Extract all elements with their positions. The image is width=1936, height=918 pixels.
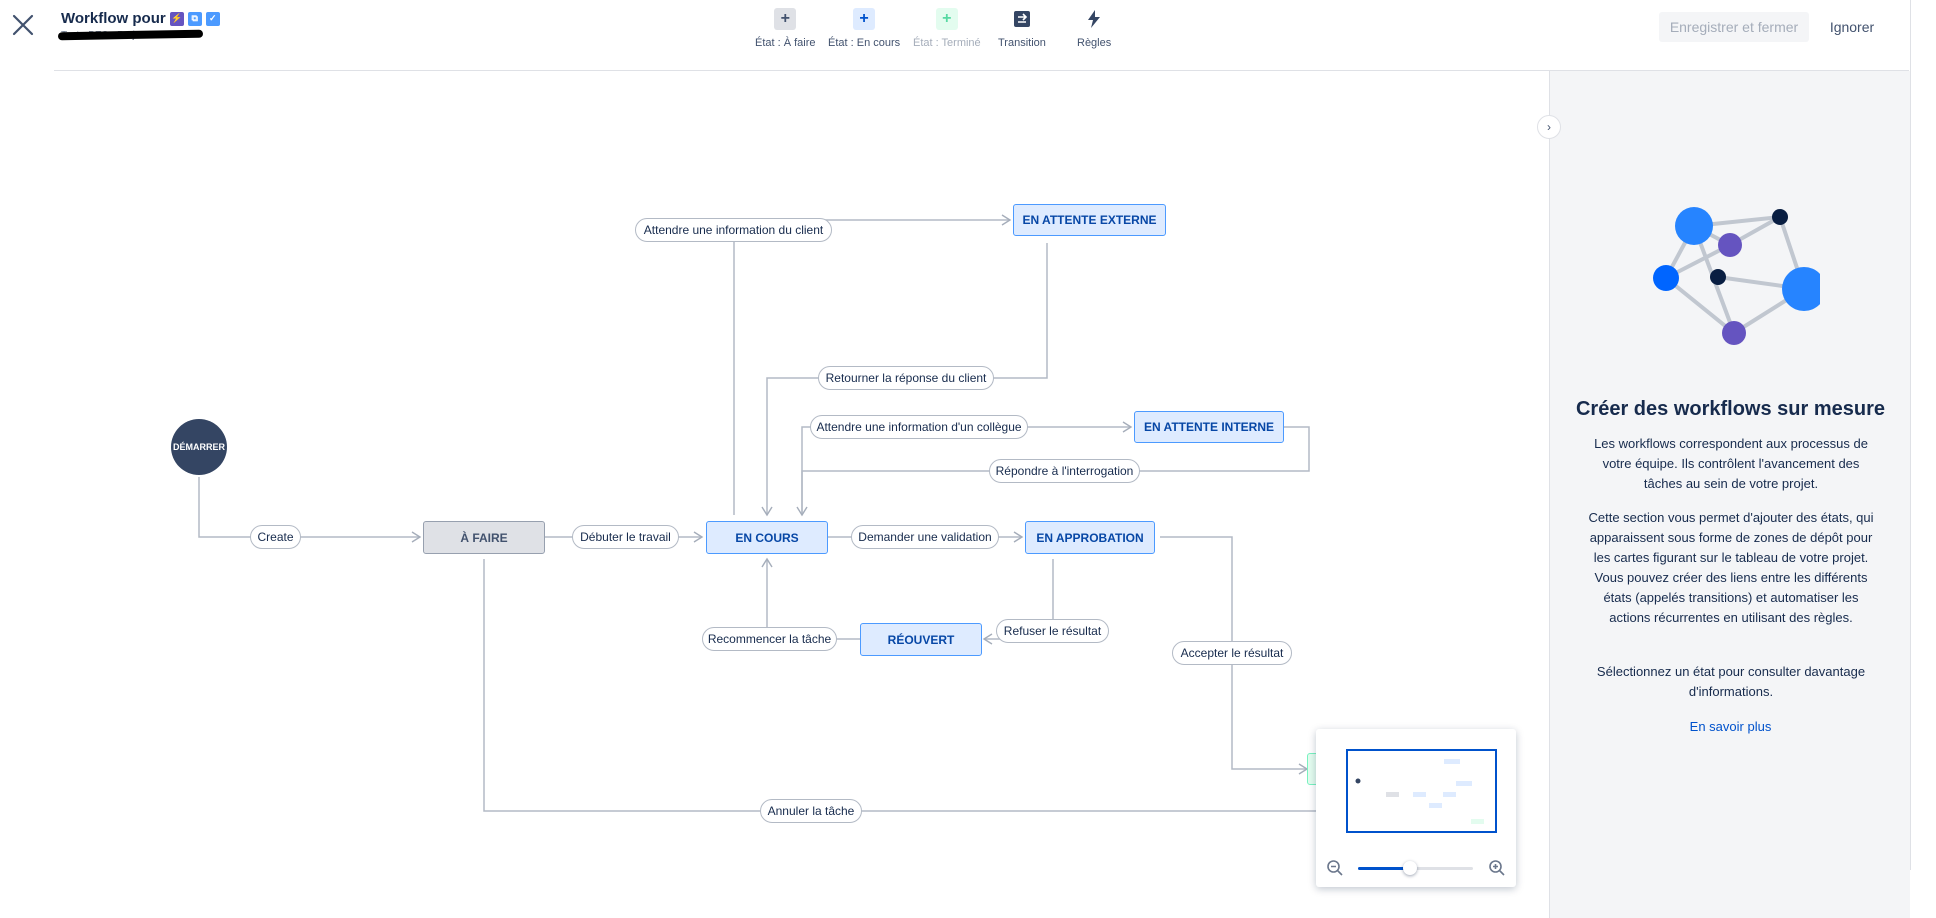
zoom-slider-thumb[interactable] <box>1402 861 1417 875</box>
workflow-editor: Workflow pour ⚡ ⧉ ✓ Test - BES · Projet … <box>0 0 1936 918</box>
tool-label: Règles <box>1077 37 1112 49</box>
minimap-viewport[interactable] <box>1346 749 1497 833</box>
close-icon[interactable] <box>8 10 38 40</box>
info-panel: Créer des workflows sur mesure Les workf… <box>1549 71 1910 918</box>
transition-create[interactable]: Create <box>250 525 301 549</box>
plus-icon: + <box>853 8 876 30</box>
panel-title: Créer des workflows sur mesure <box>1575 398 1885 420</box>
transition-cancel-task[interactable]: Annuler la tâche <box>760 799 862 823</box>
lightning-badge-icon: ⚡ <box>169 11 184 26</box>
plus-icon: + <box>774 8 797 30</box>
page-title: Workflow pour ⚡ ⧉ ✓ <box>61 10 220 27</box>
save-and-close-button[interactable]: Enregistrer et fermer <box>1659 12 1809 42</box>
minimap[interactable] <box>1316 729 1516 887</box>
transition-request-validation[interactable]: Demander une validation <box>851 525 999 549</box>
tool-label: Transition <box>998 37 1046 49</box>
add-inprogress-status-button[interactable]: + État : En cours <box>828 8 900 49</box>
zoom-in-icon[interactable] <box>1488 859 1506 877</box>
transition-start-work[interactable]: Débuter le travail <box>572 525 679 549</box>
zoom-slider[interactable] <box>1358 861 1473 875</box>
transition-icon <box>1011 8 1033 30</box>
zoom-slider-fill <box>1358 867 1410 870</box>
status-waiting-external[interactable]: EN ATTENTE EXTERNE <box>1013 204 1166 236</box>
add-transition-button[interactable]: Transition <box>998 8 1046 49</box>
rules-button[interactable]: Règles <box>1077 8 1111 49</box>
status-todo[interactable]: À FAIRE <box>423 521 545 554</box>
start-node[interactable]: DÉMARRER <box>171 419 227 475</box>
tool-label: État : À faire <box>755 37 816 49</box>
workflow-canvas[interactable]: DÉMARRER À FAIRE EN COURS EN ATTENTE EXT… <box>0 71 1550 918</box>
tool-label: État : Terminé <box>913 37 981 49</box>
right-edge <box>1910 0 1936 918</box>
add-done-status-button[interactable]: + État : Terminé <box>913 8 981 49</box>
tool-label: État : En cours <box>828 37 901 49</box>
right-edge-divider <box>1910 0 1911 870</box>
panel-paragraph-1: Les workflows correspondent aux processu… <box>1594 436 1868 491</box>
status-approval[interactable]: EN APPROBATION <box>1025 521 1155 554</box>
transition-reject-result[interactable]: Refuser le résultat <box>996 619 1109 643</box>
status-waiting-internal[interactable]: EN ATTENTE INTERNE <box>1134 411 1284 443</box>
redaction-bar <box>57 29 204 41</box>
transition-wait-client[interactable]: Attendre une information du client <box>635 218 832 242</box>
learn-more-link[interactable]: En savoir plus <box>1550 719 1911 734</box>
ignore-button[interactable]: Ignorer <box>1820 12 1884 42</box>
transition-restart-task[interactable]: Recommencer la tâche <box>702 627 837 651</box>
transition-accept-result[interactable]: Accepter le résultat <box>1172 641 1292 665</box>
status-reopened[interactable]: RÉOUVERT <box>860 623 982 656</box>
check-badge-icon: ✓ <box>205 11 220 26</box>
chevron-right-icon[interactable]: › <box>1537 115 1561 139</box>
add-todo-status-button[interactable]: + État : À faire <box>755 8 816 49</box>
transition-wait-colleague[interactable]: Attendre une information d'un collègue <box>810 415 1028 439</box>
plus-icon: + <box>935 8 958 30</box>
top-bar: Workflow pour ⚡ ⧉ ✓ Test - BES · Projet … <box>0 0 1936 70</box>
transition-client-reply[interactable]: Retourner la réponse du client <box>818 366 994 390</box>
panel-paragraph-2: Cette section vous permet d'ajouter des … <box>1588 510 1874 625</box>
copy-badge-icon: ⧉ <box>187 11 202 26</box>
page-title-text: Workflow pour <box>61 10 166 27</box>
network-illustration <box>1653 207 1820 345</box>
lightning-icon <box>1083 8 1105 30</box>
zoom-out-icon[interactable] <box>1326 859 1344 877</box>
transition-answer-query[interactable]: Répondre à l'interrogation <box>989 459 1140 483</box>
panel-paragraph-3: Sélectionnez un état pour consulter dava… <box>1596 664 1866 699</box>
status-in-progress[interactable]: EN COURS <box>706 521 828 554</box>
